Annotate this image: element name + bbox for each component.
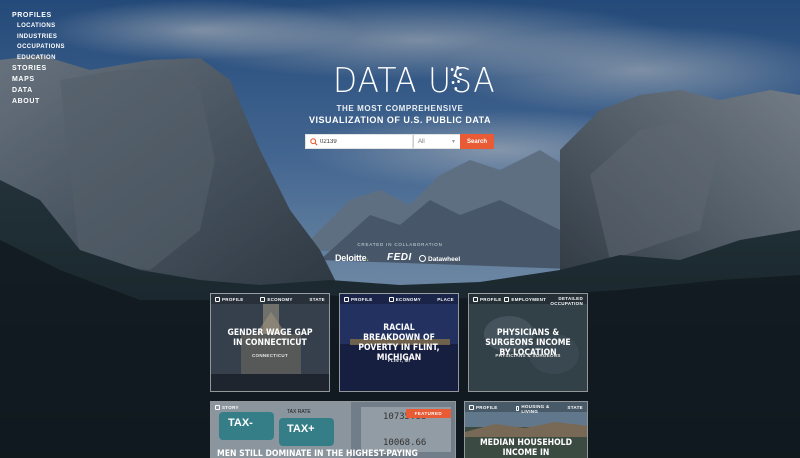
tile-title: MEDIAN HOUSEHOLD INCOME IN PENNSYLVANIA bbox=[479, 438, 573, 458]
tile-type: PROFILE bbox=[222, 296, 244, 302]
tile-type: PROFILE bbox=[351, 296, 373, 302]
tile-subtitle: FLINT, MI bbox=[387, 358, 411, 363]
datawheel-logo-text: Datawheel bbox=[428, 256, 461, 263]
nav-stories[interactable]: STORIES bbox=[12, 63, 65, 74]
datawheel-icon bbox=[419, 255, 426, 262]
tile-subtitle: PHYSICIANS & SURGEONS bbox=[495, 353, 561, 358]
tile-scope: STATE bbox=[567, 404, 583, 410]
tile-title: MEN STILL DOMINATE IN THE HIGHEST-PAYING bbox=[217, 449, 418, 458]
calc-display-2: 10068.66 bbox=[383, 438, 427, 448]
story-icon bbox=[215, 404, 220, 410]
tile-physicians-income[interactable]: PROFILE EMPLOYMENT DETAILED OCCUPATION P… bbox=[468, 293, 588, 392]
partner-logos: Deloitte. FEDI Datawheel bbox=[335, 252, 475, 266]
tile-header: PROFILE ECONOMY STATE bbox=[211, 294, 329, 304]
tagline-line2: VISUALIZATION OF U.S. PUBLIC DATA bbox=[309, 115, 491, 125]
tile-header: PROFILE EMPLOYMENT DETAILED OCCUPATION bbox=[469, 294, 587, 306]
featured-badge: FEATURED bbox=[405, 409, 451, 418]
tile-title: RACIAL BREAKDOWN OF POVERTY IN FLINT, MI… bbox=[358, 323, 440, 363]
search-button[interactable]: Search bbox=[460, 134, 494, 149]
calc-key-tax-plus: TAX+ bbox=[287, 423, 315, 435]
tile-gender-wage-gap[interactable]: PROFILE ECONOMY STATE GENDER WAGE GAP IN… bbox=[210, 293, 330, 392]
search-filter-value: All bbox=[418, 138, 425, 145]
profile-icon bbox=[469, 404, 474, 410]
tile-header: PROFILE HOUSING & LIVING STATE bbox=[465, 402, 587, 414]
deloitte-logo[interactable]: Deloitte. bbox=[335, 253, 369, 263]
economy-icon bbox=[260, 296, 266, 302]
logo-text: DATA USA bbox=[333, 61, 496, 101]
nav-occupations[interactable]: OCCUPATIONS bbox=[12, 42, 65, 53]
tile-featured-story[interactable]: TAX- TAX+ TAX RATE 10735.88 10068.66 STO… bbox=[210, 401, 456, 458]
tile-type: STORY bbox=[222, 404, 239, 410]
nav-profiles[interactable]: PROFILES bbox=[12, 10, 65, 21]
search-icon bbox=[310, 137, 318, 146]
search-bar: All ▼ Search bbox=[305, 134, 494, 149]
datawheel-logo[interactable]: Datawheel bbox=[419, 255, 460, 263]
nav-data[interactable]: DATA bbox=[12, 85, 65, 96]
tagline-line1: THE MOST COMPREHENSIVE bbox=[336, 104, 464, 113]
collab-label: CREATED IN COLLABORATION bbox=[357, 242, 443, 247]
tile-topic: HOUSING & LIVING bbox=[521, 403, 550, 414]
nav-maps[interactable]: MAPS bbox=[12, 74, 65, 85]
profile-icon bbox=[473, 296, 478, 302]
profile-icon bbox=[344, 296, 349, 302]
tile-topic: ECONOMY bbox=[395, 296, 422, 302]
side-nav: PROFILES LOCATIONS INDUSTRIES OCCUPATION… bbox=[12, 10, 65, 107]
tile-type: PROFILE bbox=[476, 404, 498, 410]
tile-scope: PLACE bbox=[437, 296, 454, 302]
tile-median-household-income[interactable]: PROFILE HOUSING & LIVING STATE MEDIAN HO… bbox=[464, 401, 588, 458]
tile-scope: DETAILED OCCUPATION bbox=[550, 295, 583, 306]
tile-header: PROFILE ECONOMY PLACE bbox=[340, 294, 458, 304]
fedi-logo[interactable]: FEDI bbox=[387, 252, 412, 263]
tile-title: GENDER WAGE GAP IN CONNECTICUT bbox=[227, 328, 313, 348]
housing-icon bbox=[515, 406, 520, 411]
tile-type: PROFILE bbox=[480, 296, 502, 302]
deloitte-logo-text: Deloitte bbox=[335, 253, 367, 263]
search-box bbox=[305, 134, 413, 149]
nav-education[interactable]: EDUCATION bbox=[12, 53, 65, 64]
site-logo[interactable]: DATA USA bbox=[333, 62, 496, 100]
logo-stars-icon bbox=[450, 66, 464, 94]
tile-subtitle: CONNECTICUT bbox=[251, 353, 289, 358]
search-filter-select[interactable]: All ▼ bbox=[413, 134, 460, 149]
chevron-down-icon: ▼ bbox=[451, 138, 456, 145]
tile-topic: EMPLOYMENT bbox=[511, 296, 547, 302]
tile-racial-breakdown-poverty[interactable]: PROFILE ECONOMY PLACE RACIAL BREAKDOWN O… bbox=[339, 293, 459, 392]
search-input[interactable] bbox=[320, 138, 410, 145]
calc-key-tax-minus: TAX- bbox=[228, 417, 253, 429]
tile-scope: STATE bbox=[309, 296, 325, 302]
economy-icon bbox=[388, 296, 394, 302]
nav-industries[interactable]: INDUSTRIES bbox=[12, 32, 65, 43]
employment-icon bbox=[504, 296, 510, 302]
nav-locations[interactable]: LOCATIONS bbox=[12, 21, 65, 32]
tile-topic: ECONOMY bbox=[267, 296, 293, 302]
profile-icon bbox=[215, 296, 220, 302]
